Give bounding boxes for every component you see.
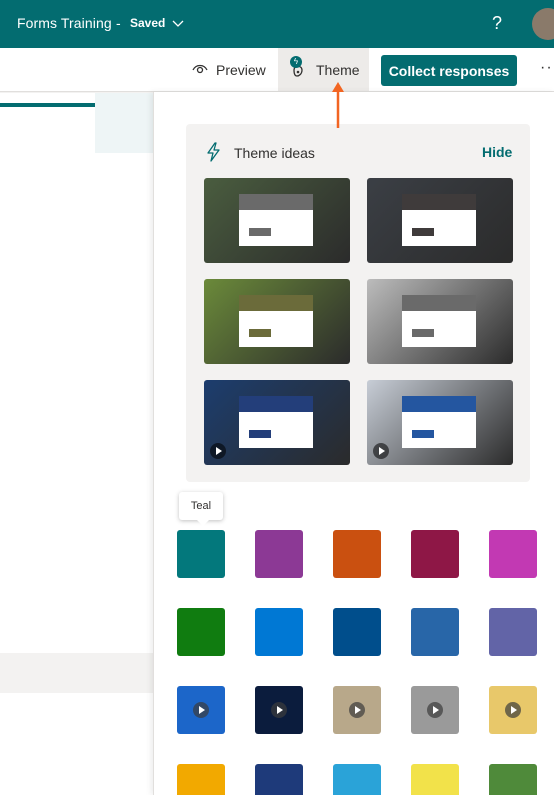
theme-swatch[interactable] [333,608,381,656]
preview-card-header [402,295,476,311]
theme-swatch[interactable] [333,764,381,795]
theme-swatch[interactable] [411,530,459,578]
theme-swatch[interactable] [411,764,459,795]
theme-swatch[interactable] [333,530,381,578]
tooltip: Teal [179,492,223,526]
theme-swatch[interactable] [255,608,303,656]
play-icon [505,702,521,718]
theme-swatch[interactable] [177,530,225,578]
theme-swatch[interactable] [177,764,225,795]
theme-idea-thumbnail[interactable] [367,178,513,263]
collect-responses-button[interactable]: Collect responses [381,55,517,86]
theme-button[interactable]: ϟ Theme [278,48,369,91]
theme-swatch[interactable] [411,686,459,734]
form-canvas [0,93,153,795]
preview-card [402,194,476,246]
play-icon [271,702,287,718]
app-header: Forms Training - Saved ? [0,0,554,48]
theme-swatch[interactable] [177,608,225,656]
preview-label: Preview [216,62,266,78]
theme-label: Theme [316,61,360,78]
preview-card-header [239,396,313,412]
theme-icon: ϟ [288,55,308,80]
preview-card-header [402,194,476,210]
preview-card-button [249,228,271,236]
theme-swatch[interactable] [489,608,537,656]
preview-card-button [412,228,434,236]
form-header-block [95,93,153,153]
theme-swatch[interactable] [411,608,459,656]
theme-swatch[interactable] [489,530,537,578]
theme-idea-thumbnail[interactable] [204,380,350,465]
play-icon [427,702,443,718]
avatar[interactable] [532,8,554,40]
preview-card-button [249,329,271,337]
play-icon [349,702,365,718]
help-button[interactable]: ? [492,13,502,34]
form-title[interactable]: Forms Training [17,15,112,31]
play-icon [193,702,209,718]
theme-idea-thumbnail[interactable] [367,380,513,465]
more-options-button[interactable]: ··· [540,59,554,77]
preview-card [402,295,476,347]
title-separator: - [116,15,121,31]
hide-button[interactable]: Hide [482,144,512,160]
eye-icon [192,64,208,74]
up-arrow-icon [332,82,344,128]
theme-idea-thumbnail[interactable] [204,178,350,263]
form-section-bar [0,653,153,693]
lightning-badge-icon: ϟ [290,55,302,68]
theme-swatch[interactable] [333,686,381,734]
theme-swatch[interactable] [255,764,303,795]
preview-card-header [239,295,313,311]
preview-card-header [239,194,313,210]
preview-card-button [249,430,271,438]
theme-ideas-title: Theme ideas [234,145,315,161]
theme-swatch[interactable] [255,530,303,578]
form-accent-strip [0,103,95,107]
preview-card-button [412,329,434,337]
chevron-down-icon[interactable] [172,17,184,29]
play-icon [210,443,226,459]
theme-idea-thumbnail[interactable] [367,279,513,364]
theme-swatch[interactable] [255,686,303,734]
theme-swatch[interactable] [489,764,537,795]
theme-swatch[interactable] [177,686,225,734]
theme-idea-thumbnail[interactable] [204,279,350,364]
lightning-icon [207,142,220,162]
preview-button[interactable]: Preview [186,48,274,92]
preview-card-header [402,396,476,412]
preview-card [239,295,313,347]
play-icon [373,443,389,459]
theme-swatch[interactable] [489,686,537,734]
preview-card [239,396,313,448]
save-status: Saved [130,16,166,30]
preview-card-button [412,430,434,438]
preview-card [402,396,476,448]
preview-card [239,194,313,246]
